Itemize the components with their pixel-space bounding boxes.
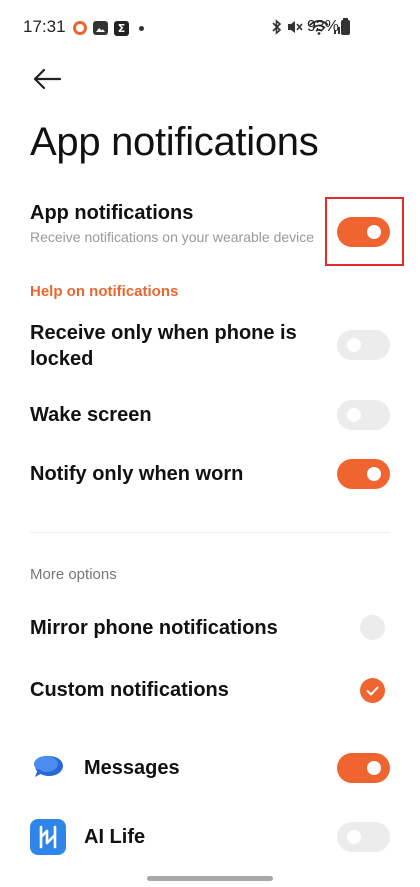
- highlight-box: [325, 197, 404, 266]
- wake-screen-toggle[interactable]: [337, 400, 390, 430]
- messages-toggle[interactable]: [337, 753, 390, 783]
- toggle-knob: [347, 830, 361, 844]
- custom-notifications-radio[interactable]: [360, 678, 385, 703]
- messages-icon: [30, 750, 66, 786]
- arrow-left-icon: [33, 68, 62, 90]
- custom-notifications-label: Custom notifications: [30, 679, 229, 701]
- status-notification-icons: Σ: [73, 20, 144, 36]
- mirror-notifications-label: Mirror phone notifications: [30, 617, 278, 639]
- divider: [30, 532, 390, 533]
- wake-screen-label: Wake screen: [30, 404, 152, 426]
- mirror-notifications-radio[interactable]: [360, 615, 385, 640]
- ai-life-toggle[interactable]: [337, 822, 390, 852]
- status-time: 17:31: [23, 17, 66, 36]
- messages-label: Messages: [84, 757, 180, 779]
- toggle-knob: [367, 761, 381, 775]
- toggle-knob: [347, 408, 361, 422]
- app-notifications-label: App notifications: [30, 202, 194, 224]
- notify-when-worn-toggle[interactable]: [337, 459, 390, 489]
- home-indicator[interactable]: [147, 876, 273, 881]
- help-on-notifications-link[interactable]: Help on notifications: [30, 283, 178, 300]
- mute-icon: [288, 21, 303, 33]
- gallery-icon: [93, 21, 108, 35]
- toggle-knob: [367, 467, 381, 481]
- app-notifications-description: Receive notifications on your wearable d…: [30, 229, 315, 245]
- check-icon: [366, 686, 379, 695]
- receive-when-locked-toggle[interactable]: [337, 330, 390, 360]
- ai-life-icon: [30, 819, 66, 855]
- page-title: App notifications: [30, 120, 319, 164]
- ring-icon: [73, 21, 87, 35]
- ai-life-label: AI Life: [84, 826, 146, 848]
- toggle-knob: [347, 338, 361, 352]
- notify-when-worn-label: Notify only when worn: [30, 463, 244, 485]
- more-options-header: More options: [30, 566, 117, 583]
- battery-icon: [341, 18, 350, 35]
- dot-icon: [139, 25, 144, 31]
- bluetooth-icon: [272, 19, 282, 35]
- receive-when-locked-label: Receive only when phone is locked: [30, 322, 297, 370]
- sigma-icon: Σ: [114, 20, 129, 36]
- back-button[interactable]: [30, 66, 64, 92]
- battery-percent: 93%: [307, 18, 340, 35]
- status-bar: 17:31 Σ 93%: [0, 0, 420, 56]
